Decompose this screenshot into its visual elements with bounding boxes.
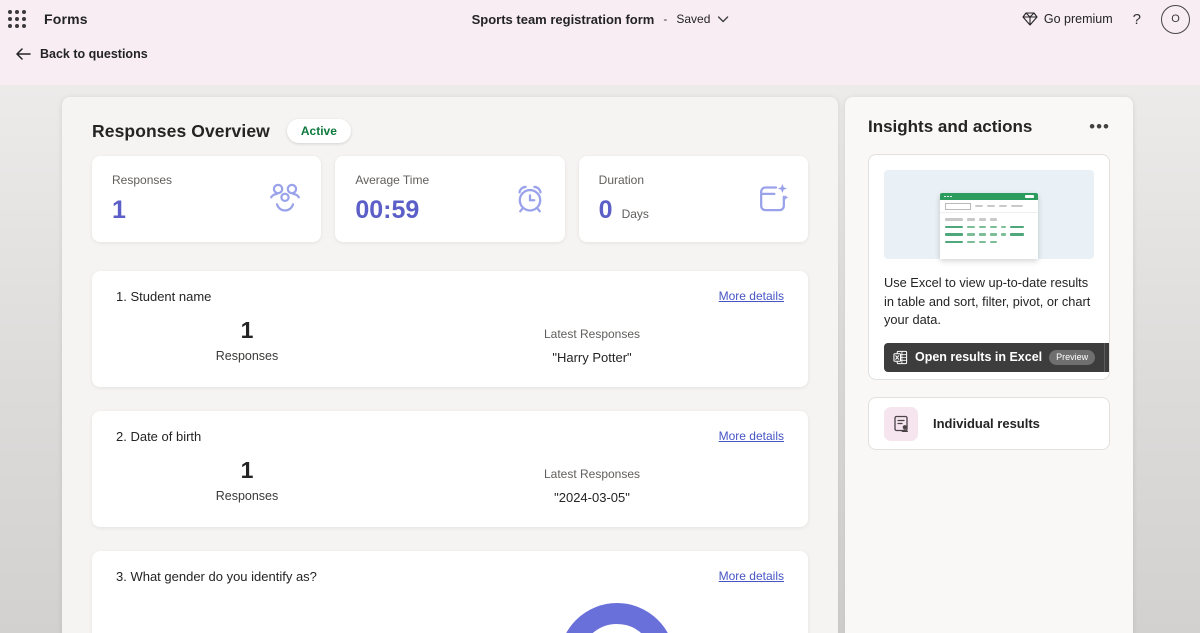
excel-button-main[interactable]: Open results in Excel Preview [884,343,1104,372]
chevron-down-icon [717,16,728,23]
topbar-right-group: Go premium ? O [1022,0,1190,38]
excel-button-label: Open results in Excel [915,350,1042,364]
excel-illustration [884,170,1094,259]
more-options-icon[interactable]: ••• [1089,122,1110,132]
stat-card-responses: Responses 1 [92,156,321,242]
individual-results-card[interactable]: Individual results [868,397,1110,450]
stats-row: Responses 1 Average Time 00:59 [92,156,808,242]
excel-insight-card: Use Excel to view up-to-date results in … [868,154,1110,380]
question-card-1: 1. Student name More details 1 Responses… [92,271,808,387]
question-title: 2. Date of birth [116,429,201,444]
more-details-link[interactable]: More details [719,289,784,303]
latest-responses-label: Latest Responses [492,467,692,481]
response-count: 1 [182,317,312,344]
overview-title: Responses Overview [92,121,270,142]
excel-mini-sheet-illustration [940,193,1038,259]
stat-value: 1 [112,196,126,225]
response-count-block: 1 Responses [182,457,312,503]
question-title: 3. What gender do you identify as? [116,569,317,584]
save-status-dropdown[interactable]: Saved [676,12,728,26]
individual-results-icon [884,407,918,441]
preview-badge: Preview [1049,350,1095,365]
calendar-sparkle-icon [755,182,790,221]
response-count: 1 [182,457,312,484]
question-title: 1. Student name [116,289,211,304]
latest-response-value: "Harry Potter" [492,350,692,365]
responses-overview-panel: Responses Overview Active Responses 1 Av… [62,97,838,633]
back-to-questions-link[interactable]: Back to questions [0,38,200,70]
stat-value: 00:59 [355,196,419,225]
latest-responses-label: Latest Responses [492,327,692,341]
insights-panel: Insights and actions ••• [845,97,1133,633]
question-card-3: 3. What gender do you identify as? More … [92,551,808,633]
insights-title: Insights and actions [868,117,1032,137]
form-status-badge: Active [287,119,351,143]
app-name: Forms [44,11,88,27]
open-results-in-excel-button[interactable]: Open results in Excel Preview [884,343,1110,372]
save-status-label: Saved [676,12,710,26]
latest-response-block: Latest Responses "Harry Potter" [492,327,692,365]
individual-results-label: Individual results [933,416,1040,431]
response-count-block: 1 Responses [182,317,312,363]
document-title-group: Sports team registration form - Saved [472,0,729,38]
latest-response-block: Latest Responses "2024-03-05" [492,467,692,505]
alarm-clock-icon [513,182,547,221]
more-details-link[interactable]: More details [719,429,784,443]
help-button[interactable]: ? [1133,11,1141,28]
donut-chart [559,603,675,633]
app-launcher-waffle-icon[interactable] [0,0,34,38]
stat-card-duration: Duration 0 Days [579,156,808,242]
stat-unit: Days [622,207,649,221]
go-premium-label: Go premium [1044,12,1113,26]
go-premium-button[interactable]: Go premium [1022,12,1113,26]
response-count-label: Responses [182,349,312,363]
account-avatar[interactable]: O [1161,5,1190,34]
back-label: Back to questions [40,47,148,61]
top-app-bar: Forms Sports team registration form - Sa… [0,0,1200,38]
people-icon [267,183,303,220]
latest-response-value: "2024-03-05" [492,490,692,505]
overview-header: Responses Overview Active [92,97,808,143]
response-count-label: Responses [182,489,312,503]
title-separator: - [663,12,667,26]
stat-value: 0 [599,196,613,225]
stat-card-average-time: Average Time 00:59 [335,156,564,242]
waffle-grid-icon [8,10,26,28]
excel-button-dropdown[interactable] [1105,343,1110,372]
more-details-link[interactable]: More details [719,569,784,583]
question-card-2: 2. Date of birth More details 1 Response… [92,411,808,527]
diamond-icon [1022,12,1038,26]
document-title: Sports team registration form [472,12,655,27]
excel-icon [893,350,908,365]
excel-description: Use Excel to view up-to-date results in … [884,274,1094,330]
back-arrow-icon [16,48,31,60]
